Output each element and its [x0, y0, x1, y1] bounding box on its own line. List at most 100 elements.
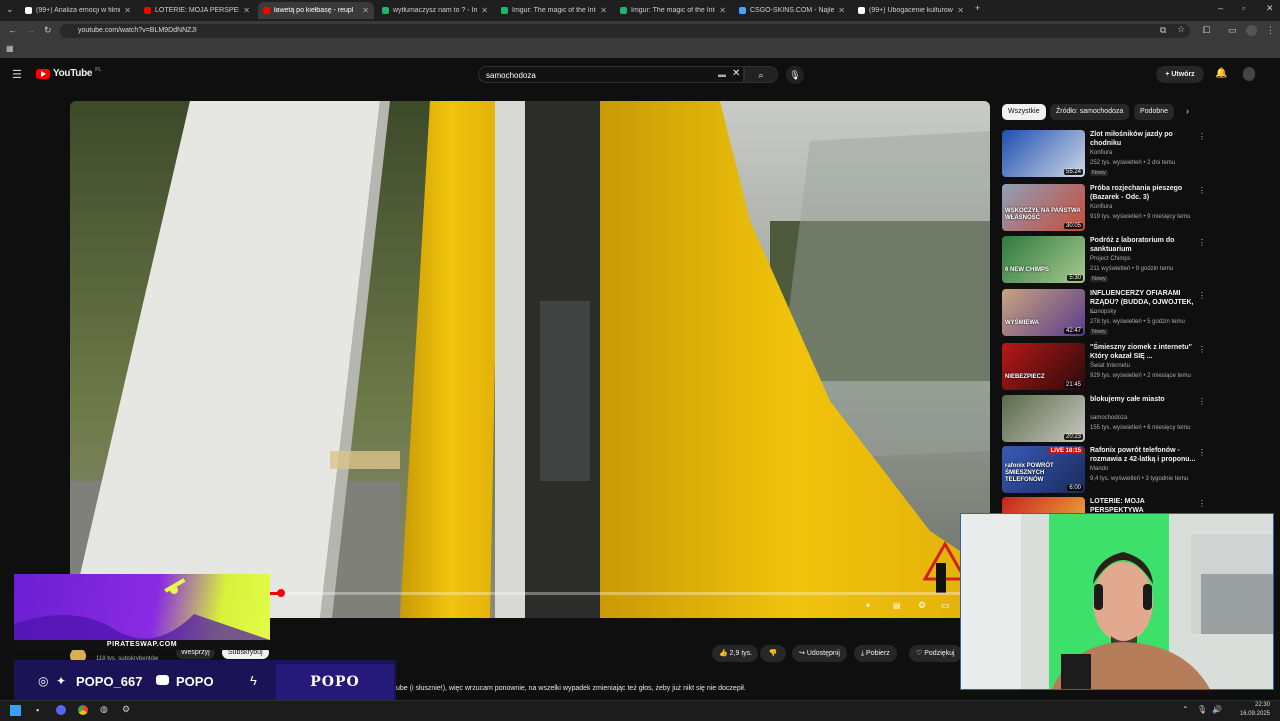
- recommendation-title[interactable]: LOTERIE: MOJA PERSPEKTYWA: [1090, 497, 1198, 513]
- chip-all[interactable]: Wszystkie: [1002, 104, 1046, 120]
- video-thumbnail[interactable]: 55:24: [1002, 130, 1085, 177]
- extensions-icon[interactable]: ⧠: [1203, 25, 1210, 36]
- dislike-button[interactable]: 👎: [760, 645, 786, 662]
- autoplay-toggle[interactable]: ⏸: [866, 601, 870, 611]
- recommendation-title[interactable]: Rafonix powrót telefonów - rozmawia z 42…: [1090, 446, 1198, 464]
- more-options-icon[interactable]: ⋮: [1198, 397, 1206, 406]
- hamburger-menu-icon[interactable]: ☰: [12, 68, 22, 81]
- like-button[interactable]: 👍 2,9 tys.: [712, 645, 758, 662]
- tray-mic-icon[interactable]: 🎙: [1197, 705, 1207, 714]
- back-icon[interactable]: ←: [8, 25, 17, 35]
- sidebar-toggle-icon[interactable]: ▭: [1228, 25, 1237, 36]
- obs-icon[interactable]: ◍: [100, 704, 108, 715]
- tab-close-icon[interactable]: ✕: [838, 6, 845, 15]
- recommendation-item[interactable]: LOTERIE: MOJA PERSPEKTYWAniewtnek⋮: [1002, 497, 1272, 513]
- tab-close-icon[interactable]: ✕: [481, 6, 488, 15]
- settings-gear-icon[interactable]: ⚙: [918, 600, 926, 611]
- clock-time[interactable]: 22:30: [1236, 702, 1270, 708]
- subtitles-icon[interactable]: ▤: [893, 601, 901, 610]
- account-avatar[interactable]: [1243, 67, 1255, 81]
- chrome-icon[interactable]: [78, 705, 88, 715]
- browser-tab[interactable]: Imgur: The magic of the Intern ✕: [496, 2, 612, 19]
- recommendation-channel[interactable]: samochodoza: [1090, 415, 1127, 421]
- browser-tab[interactable]: CSGO-SKINS.COM - Najlepsze✕: [734, 2, 850, 19]
- recommendation-title[interactable]: Próba rozjechania pieszego (Bazarek - Od…: [1090, 184, 1198, 202]
- download-button[interactable]: ⤓ Pobierz: [854, 645, 897, 662]
- more-options-icon[interactable]: ⋮: [1198, 291, 1206, 300]
- recommendation-item[interactable]: WSKOCZYŁ NA PAŃSTWA WŁASNOŚĆ 30:05 Próba r…: [1002, 184, 1272, 234]
- search-input[interactable]: samochodoza: [478, 66, 744, 83]
- maximize-icon[interactable]: ▫: [1242, 3, 1245, 13]
- windows-start-icon[interactable]: [10, 705, 21, 716]
- video-player[interactable]: [70, 101, 990, 618]
- browser-menu-icon[interactable]: ⋮: [1266, 25, 1275, 36]
- tray-chevron-icon[interactable]: ⌃: [1182, 705, 1189, 714]
- video-thumbnail[interactable]: WYŚMIEWA 42:47: [1002, 289, 1085, 336]
- recommendation-item[interactable]: rafonix POWRÓT ŚMIESZNYCH TELEFONÓW LIVE …: [1002, 446, 1272, 496]
- more-options-icon[interactable]: ⋮: [1198, 345, 1206, 354]
- reload-icon[interactable]: ↻: [44, 25, 52, 36]
- tab-close-icon[interactable]: ✕: [243, 6, 250, 15]
- recommendation-item[interactable]: 6 NEW CHIMPS 5:30 Podróż z laboratorium do…: [1002, 236, 1272, 286]
- bookmark-star-icon[interactable]: ☆: [1177, 24, 1185, 35]
- chip-similar[interactable]: Podobne: [1134, 104, 1175, 120]
- tab-close-icon[interactable]: ✕: [600, 6, 607, 15]
- tab-close-icon[interactable]: ✕: [719, 6, 726, 15]
- video-thumbnail[interactable]: WSKOCZYŁ NA PAŃSTWA WŁASNOŚĆ 30:05: [1002, 184, 1085, 231]
- tab-close-icon[interactable]: ✕: [957, 6, 964, 15]
- clock-date[interactable]: 16.09.2025: [1236, 711, 1270, 717]
- keyboard-icon[interactable]: ▬: [718, 70, 726, 79]
- recommendation-title[interactable]: Zlot miłośników jazdy po chodniku: [1090, 130, 1198, 148]
- recommendation-title[interactable]: Podróż z laboratorium do sanktuarium: [1090, 236, 1198, 254]
- chip-source[interactable]: Źródło: samochodoza: [1050, 104, 1130, 120]
- notifications-bell-icon[interactable]: 🔔: [1215, 68, 1227, 79]
- browser-tab[interactable]: LOTERIE: MOJA PERSPEKTYWA ✕: [139, 2, 255, 19]
- taskbar-app-icon[interactable]: ▪: [36, 705, 39, 715]
- tab-close-icon[interactable]: ✕: [124, 6, 131, 15]
- minimize-icon[interactable]: –: [1218, 3, 1223, 13]
- video-thumbnail[interactable]: 6 NEW CHIMPS 5:30: [1002, 236, 1085, 283]
- more-options-icon[interactable]: ⋮: [1198, 238, 1206, 247]
- discord-icon[interactable]: [56, 705, 66, 715]
- theater-mode-icon[interactable]: ▭: [941, 600, 950, 611]
- browser-tab[interactable]: Imgur: The magic of the Intern ✕: [615, 2, 731, 19]
- browser-tab[interactable]: ławetą po kiełbasę - reupl ✕: [258, 2, 374, 19]
- forward-icon[interactable]: →: [26, 25, 35, 35]
- browser-tab[interactable]: wytłumaczysz nam to ? - Imgur✕: [377, 2, 493, 19]
- apps-grid-icon[interactable]: ▦: [6, 44, 14, 53]
- new-tab-icon[interactable]: +: [975, 3, 980, 13]
- video-description[interactable]: ube (i słusznie!), więc wrzucam ponownie…: [396, 682, 956, 696]
- recommendation-channel[interactable]: Konfiura: [1090, 150, 1112, 156]
- more-options-icon[interactable]: ⋮: [1198, 186, 1206, 195]
- recommendation-channel[interactable]: Świat Internetu: [1090, 363, 1130, 369]
- recommendation-channel[interactable]: Konopsky: [1090, 309, 1116, 315]
- browser-tab[interactable]: (99+) Analiza emocji w filmie - ✕: [20, 2, 136, 19]
- volume-icon[interactable]: 🔊: [1212, 705, 1222, 714]
- browser-tab[interactable]: (99+) Ubogacenie kulturowe w ✕: [853, 2, 969, 19]
- profile-avatar[interactable]: [1246, 25, 1257, 36]
- recommendation-title[interactable]: blokujemy całe miasto: [1090, 395, 1198, 404]
- more-options-icon[interactable]: ⋮: [1198, 132, 1206, 141]
- voice-search-button[interactable]: 🎙: [786, 66, 804, 84]
- recommendation-item[interactable]: 20:23 blokujemy całe miasto samochodoza 155…: [1002, 395, 1272, 445]
- more-options-icon[interactable]: ⋮: [1198, 448, 1206, 457]
- create-button[interactable]: + Utwórz: [1156, 66, 1204, 83]
- clear-search-icon[interactable]: ✕: [732, 68, 740, 79]
- close-window-icon[interactable]: ✕: [1266, 3, 1274, 14]
- video-thumbnail[interactable]: NIEBEZPIECZ 21:45: [1002, 343, 1085, 390]
- recommendation-channel[interactable]: Konfiura: [1090, 204, 1112, 210]
- video-thumbnail[interactable]: 20:23: [1002, 395, 1085, 442]
- recommendation-item[interactable]: WYŚMIEWA 42:47 INFLUENCERZY OFIARAMI RZĄDU…: [1002, 289, 1272, 339]
- url-field[interactable]: youtube.com/watch?v=BLM9DdNNZJI: [60, 24, 1190, 38]
- recommendation-channel[interactable]: Mando: [1090, 466, 1108, 472]
- install-app-icon[interactable]: ⧉: [1160, 25, 1166, 36]
- settings-app-icon[interactable]: ⚙: [122, 704, 130, 715]
- search-button[interactable]: ⌕: [744, 66, 778, 83]
- video-scrubber-handle[interactable]: [277, 589, 285, 597]
- chips-next-chevron-icon[interactable]: ›: [1186, 106, 1189, 116]
- recommendation-channel[interactable]: Project Chimps: [1090, 256, 1131, 262]
- video-thumbnail[interactable]: [1002, 497, 1085, 513]
- recommendation-title[interactable]: "Śmieszny ziomek z internetu" Który okaz…: [1090, 343, 1198, 361]
- youtube-logo[interactable]: YouTube PL: [36, 67, 101, 79]
- tab-close-icon[interactable]: ✕: [362, 6, 369, 15]
